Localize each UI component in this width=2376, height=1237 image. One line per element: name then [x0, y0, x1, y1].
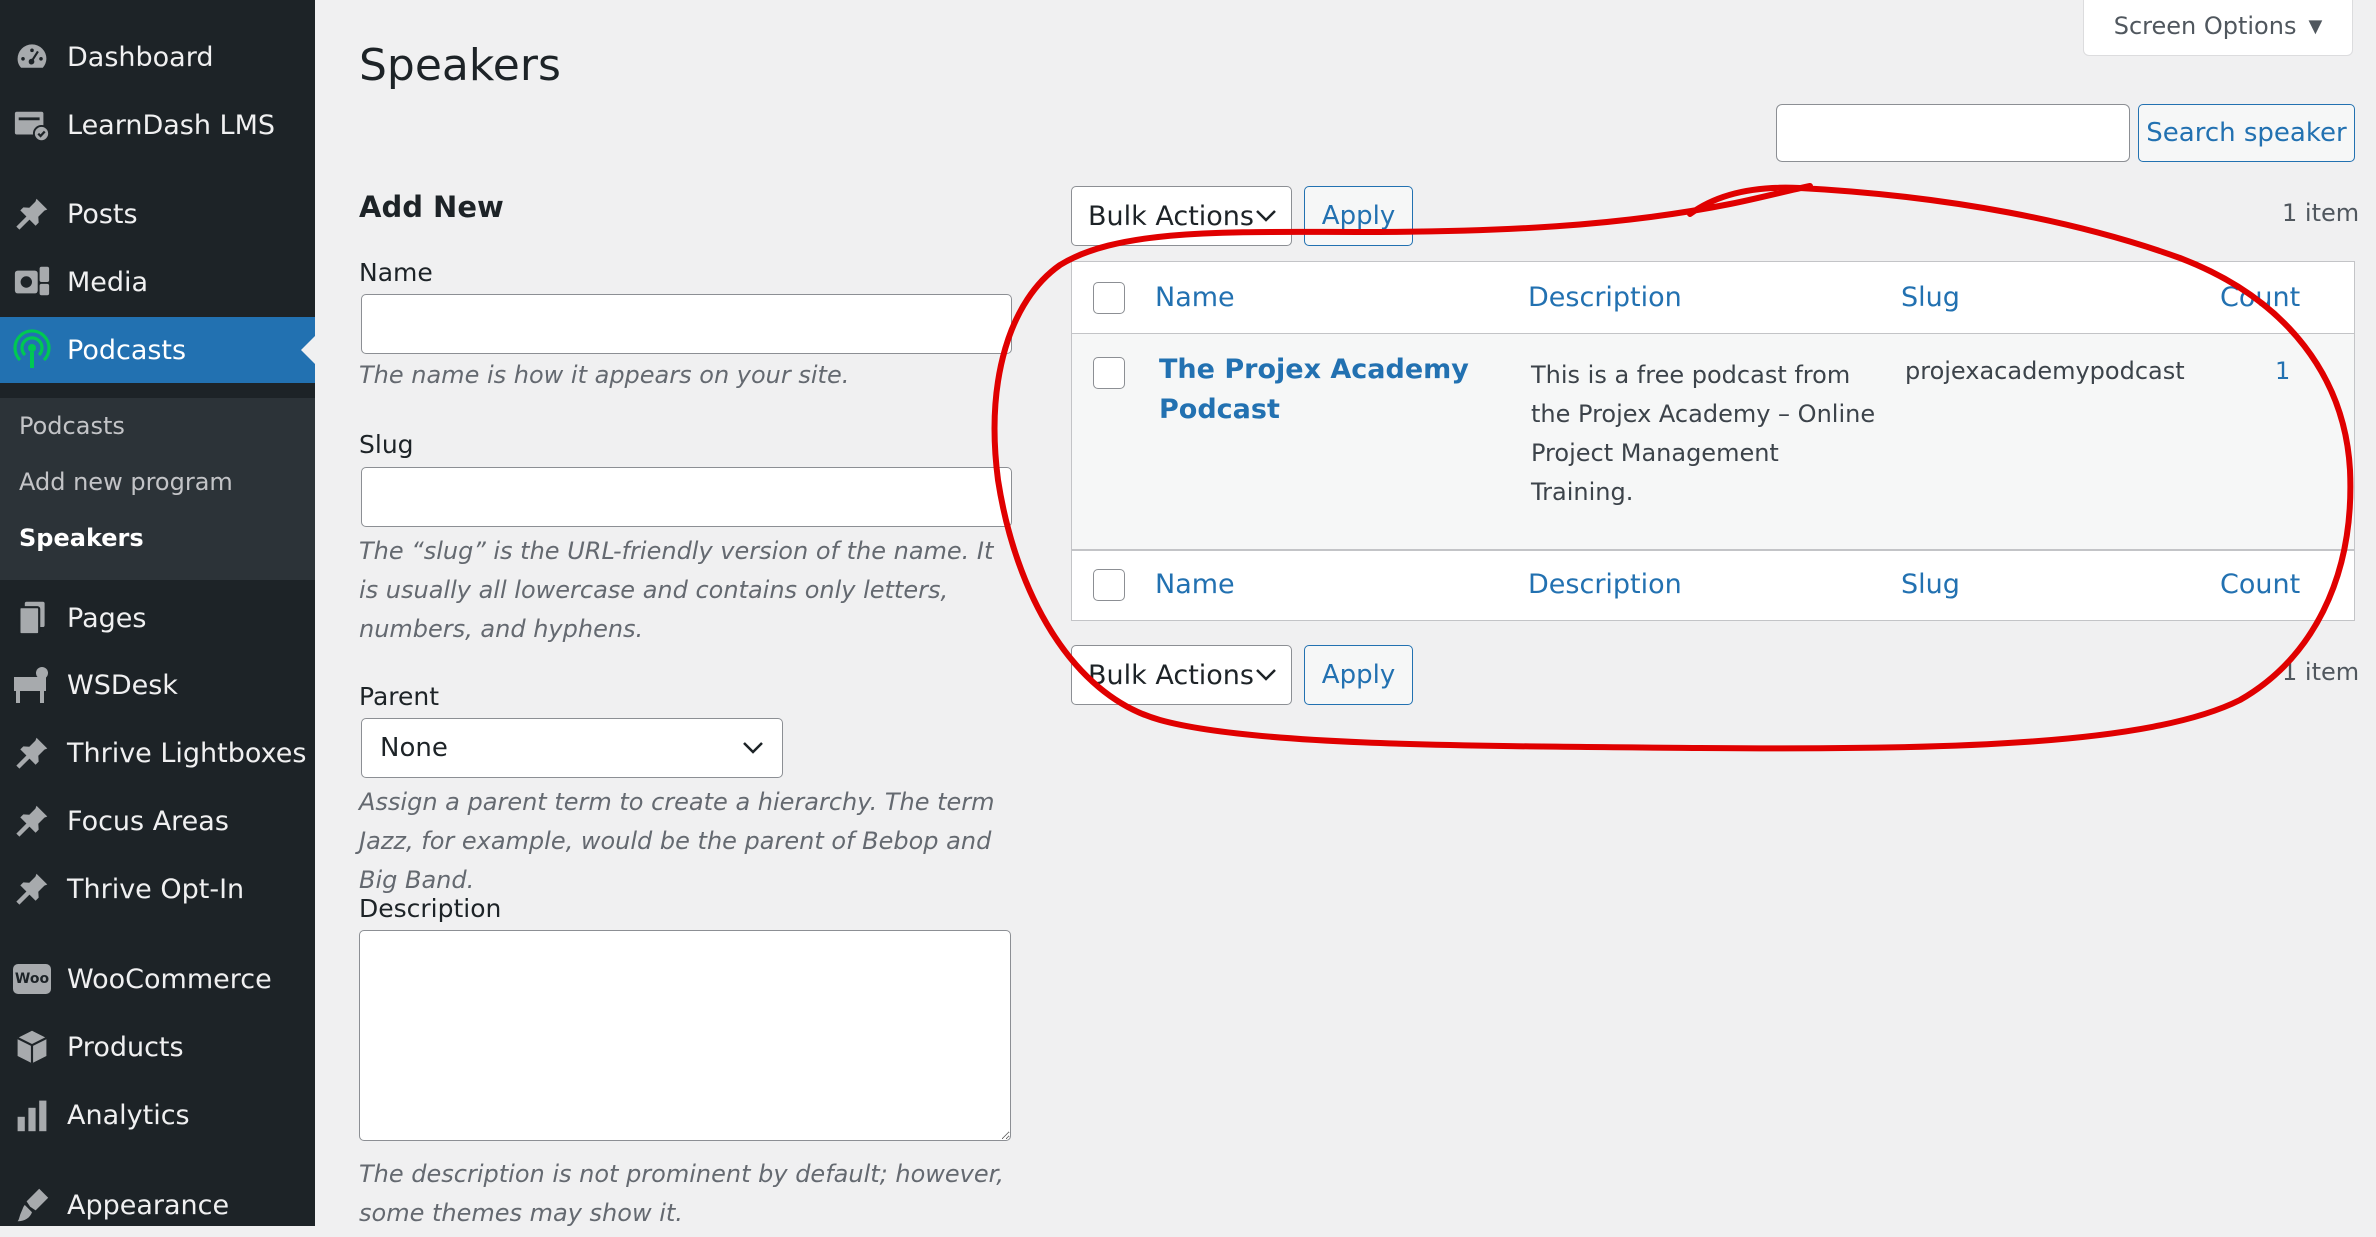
column-footer-slug[interactable]: Slug — [1901, 569, 1960, 600]
sidebar-item-thrive-lightboxes[interactable]: Thrive Lightboxes — [0, 721, 315, 785]
learndash-icon — [12, 105, 52, 145]
active-menu-arrow — [301, 336, 315, 364]
name-help-text: The name is how it appears on your site. — [359, 361, 850, 389]
column-footer-name[interactable]: Name — [1155, 569, 1235, 600]
sidebar-item-media[interactable]: Media — [0, 250, 315, 314]
name-field[interactable] — [361, 294, 1012, 354]
column-footer-count[interactable]: Count — [2220, 569, 2300, 600]
column-header-slug[interactable]: Slug — [1901, 282, 1960, 313]
sidebar-item-label: Posts — [67, 198, 138, 230]
row-slug: projexacademypodcast — [1905, 357, 2185, 385]
select-all-checkbox-footer[interactable] — [1093, 569, 1125, 601]
sidebar-item-label: Podcasts — [67, 334, 187, 366]
sidebar-item-learndash[interactable]: LearnDash LMS — [0, 93, 315, 157]
sidebar-item-focus-areas[interactable]: Focus Areas — [0, 789, 315, 853]
column-header-description[interactable]: Description — [1528, 282, 1682, 313]
description-help-text: The description is not prominent by defa… — [359, 1160, 1004, 1227]
sidebar-item-analytics[interactable]: Analytics — [0, 1083, 315, 1147]
sidebar-item-label: WSDesk — [67, 669, 178, 701]
slug-field[interactable] — [361, 467, 1012, 527]
sidebar-item-label: Appearance — [67, 1189, 230, 1221]
bulk-actions-value: Bulk Actions — [1088, 200, 1254, 232]
woocommerce-icon: Woo — [12, 959, 52, 999]
description-label: Description — [359, 894, 502, 923]
submenu-item-add-new-program[interactable]: Add new program — [19, 468, 233, 496]
sidebar-item-label: WooCommerce — [67, 963, 272, 995]
pin-icon — [12, 194, 52, 234]
media-icon — [12, 262, 52, 302]
description-textarea[interactable] — [359, 930, 1011, 1141]
sidebar-item-label: LearnDash LMS — [67, 109, 276, 141]
caret-down-icon: ▼ — [2308, 15, 2323, 37]
slug-help-text: The “slug” is the URL-friendly version o… — [359, 537, 994, 643]
sidebar-item-thrive-opt-in[interactable]: Thrive Opt-In — [0, 857, 315, 921]
wsdesk-icon — [12, 665, 52, 705]
chevron-down-icon — [743, 742, 763, 754]
bulk-actions-value: Bulk Actions — [1088, 659, 1254, 691]
sidebar-item-posts[interactable]: Posts — [0, 182, 315, 246]
admin-sidebar: Dashboard LearnDash LMS Posts Media Podc… — [0, 0, 315, 1226]
sidebar-item-label: Analytics — [67, 1099, 190, 1131]
sidebar-item-wsdesk[interactable]: WSDesk — [0, 653, 315, 717]
submenu-item-podcasts[interactable]: Podcasts — [19, 412, 125, 440]
parent-help-text: Assign a parent term to create a hierarc… — [359, 788, 995, 894]
products-icon — [12, 1027, 52, 1067]
bulk-actions-select-top[interactable]: Bulk Actions — [1071, 186, 1292, 246]
column-footer-description[interactable]: Description — [1528, 569, 1682, 600]
podcasts-submenu: Podcasts Add new program Speakers — [0, 398, 315, 580]
pages-icon — [12, 598, 52, 638]
search-input[interactable] — [1776, 104, 2130, 162]
items-count-bottom: 1 item — [2282, 658, 2360, 686]
sidebar-item-appearance[interactable]: Appearance — [0, 1173, 315, 1237]
column-header-name[interactable]: Name — [1155, 282, 1235, 313]
terms-table: Name Description Slug Count The Projex A… — [1071, 261, 2355, 621]
column-header-count[interactable]: Count — [2220, 282, 2300, 313]
sidebar-item-label: Thrive Opt-In — [67, 873, 245, 905]
pin-icon — [12, 869, 52, 909]
table-row: The Projex Academy Podcast This is a fre… — [1072, 334, 2354, 549]
parent-select-value: None — [380, 733, 448, 763]
row-name-link[interactable]: The Projex Academy Podcast — [1159, 350, 1489, 430]
select-all-checkbox[interactable] — [1093, 282, 1125, 314]
sidebar-item-pages[interactable]: Pages — [0, 586, 315, 650]
screen-options-label: Screen Options — [2113, 12, 2297, 40]
sidebar-item-label: Products — [67, 1031, 184, 1063]
woo-badge: Woo — [13, 964, 51, 994]
sidebar-item-podcasts[interactable]: Podcasts — [0, 317, 315, 383]
search-speaker-button[interactable]: Search speaker — [2138, 104, 2355, 162]
row-description: This is a free podcast from the Projex A… — [1531, 361, 1876, 506]
analytics-icon — [12, 1095, 52, 1135]
sidebar-item-label: Pages — [67, 602, 147, 634]
sidebar-item-dashboard[interactable]: Dashboard — [0, 25, 315, 89]
sidebar-item-label: Thrive Lightboxes — [67, 737, 307, 769]
row-checkbox[interactable] — [1093, 357, 1125, 389]
parent-label: Parent — [359, 682, 440, 711]
sidebar-item-products[interactable]: Products — [0, 1015, 315, 1079]
slug-label: Slug — [359, 430, 414, 459]
pin-icon — [12, 733, 52, 773]
appearance-icon — [12, 1185, 52, 1225]
items-count-top: 1 item — [2282, 199, 2360, 227]
parent-select[interactable]: None — [361, 718, 783, 778]
bulk-actions-select-bottom[interactable]: Bulk Actions — [1071, 645, 1292, 705]
divider — [1072, 549, 2354, 551]
chevron-down-icon — [1256, 210, 1276, 222]
submenu-item-speakers[interactable]: Speakers — [19, 524, 144, 552]
sidebar-item-label: Media — [67, 266, 149, 298]
apply-button-top[interactable]: Apply — [1304, 186, 1413, 246]
sidebar-item-label: Dashboard — [67, 41, 214, 73]
chevron-down-icon — [1256, 669, 1276, 681]
sidebar-item-label: Focus Areas — [67, 805, 229, 837]
podcast-icon — [12, 329, 52, 370]
dashboard-icon — [12, 37, 52, 77]
row-count-link[interactable]: 1 — [2275, 352, 2290, 391]
screen-options-button[interactable]: Screen Options ▼ — [2083, 0, 2353, 56]
sidebar-item-woocommerce[interactable]: Woo WooCommerce — [0, 947, 315, 1011]
apply-button-bottom[interactable]: Apply — [1304, 645, 1413, 705]
page-title: Speakers — [359, 40, 561, 91]
pin-icon — [12, 801, 52, 841]
add-new-heading: Add New — [359, 190, 504, 224]
name-label: Name — [359, 258, 433, 287]
